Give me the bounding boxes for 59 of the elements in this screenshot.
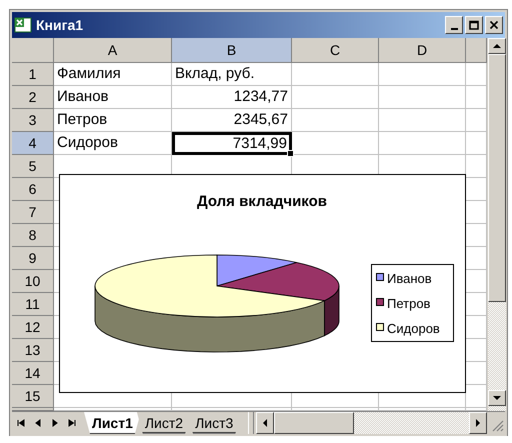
row-header[interactable]: 6 (12, 178, 54, 201)
close-button[interactable] (485, 16, 503, 34)
table-cell: Вклад, руб. (172, 63, 292, 86)
scrollbar-thumb[interactable] (488, 54, 506, 302)
row-header[interactable]: 8 (12, 224, 54, 247)
row-header[interactable]: 12 (12, 316, 54, 339)
column-header[interactable]: B (172, 38, 292, 63)
horizontal-scrollbar[interactable] (256, 412, 487, 434)
minimize-icon (450, 28, 458, 30)
vertical-scrollbar[interactable] (487, 38, 506, 411)
row-header[interactable]: 7 (12, 201, 54, 224)
left-arrow-icon (34, 419, 42, 427)
row-header[interactable]: 3 (12, 109, 54, 132)
select-all-corner[interactable] (12, 38, 54, 63)
table-cell: Иванов (54, 86, 172, 109)
up-arrow-icon (493, 42, 501, 50)
sheet-tab[interactable]: Лист1 (84, 412, 141, 434)
scroll-up-button[interactable] (488, 38, 506, 54)
scrollbar-thumb[interactable] (274, 412, 354, 434)
row-header[interactable]: 11 (12, 293, 54, 316)
row-header[interactable]: 1 (12, 63, 54, 86)
table-cell: 2345,67 (172, 109, 292, 132)
last-arrow-icon (68, 419, 76, 427)
scroll-left-button[interactable] (256, 412, 274, 434)
spreadsheet-icon (14, 16, 32, 34)
row-header[interactable]: 4 (12, 132, 54, 155)
maximize-icon (469, 20, 479, 30)
row-header[interactable]: 14 (12, 362, 54, 385)
legend-label: Петров (387, 296, 430, 311)
tab-splitter[interactable] (248, 412, 254, 434)
legend-label: Сидоров (387, 321, 440, 336)
legend-label: Иванов (387, 271, 432, 286)
chart-title: Доля вкладчиков (196, 193, 328, 210)
first-arrow-icon (16, 419, 24, 427)
row-header[interactable]: 15 (12, 385, 54, 408)
minimize-button[interactable] (445, 16, 463, 34)
resize-grip-icon[interactable] (490, 418, 504, 432)
row-header[interactable]: 5 (12, 155, 54, 178)
close-icon (489, 20, 499, 30)
column-header[interactable]: D (379, 38, 466, 63)
column-header[interactable]: A (54, 38, 172, 63)
table-cell: Петров (54, 109, 172, 132)
table-cell: Фамилия (54, 63, 172, 86)
right-arrow-icon (474, 419, 482, 427)
left-arrow-icon (261, 419, 269, 427)
row-header[interactable]: 10 (12, 270, 54, 293)
table-cell: Сидоров (54, 132, 172, 155)
maximize-button[interactable] (465, 16, 483, 34)
scroll-right-button[interactable] (469, 412, 487, 434)
table-cell: 7314,99 (172, 132, 292, 155)
down-arrow-icon (493, 394, 501, 402)
right-arrow-icon (50, 419, 58, 427)
row-header[interactable]: 9 (12, 247, 54, 270)
column-header[interactable]: C (292, 38, 379, 63)
window-title: Книга1 (36, 17, 84, 33)
row-header[interactable]: 13 (12, 339, 54, 362)
row-header[interactable]: 2 (12, 86, 54, 109)
table-cell: 1234,77 (172, 86, 292, 109)
scroll-down-button[interactable] (488, 390, 506, 406)
